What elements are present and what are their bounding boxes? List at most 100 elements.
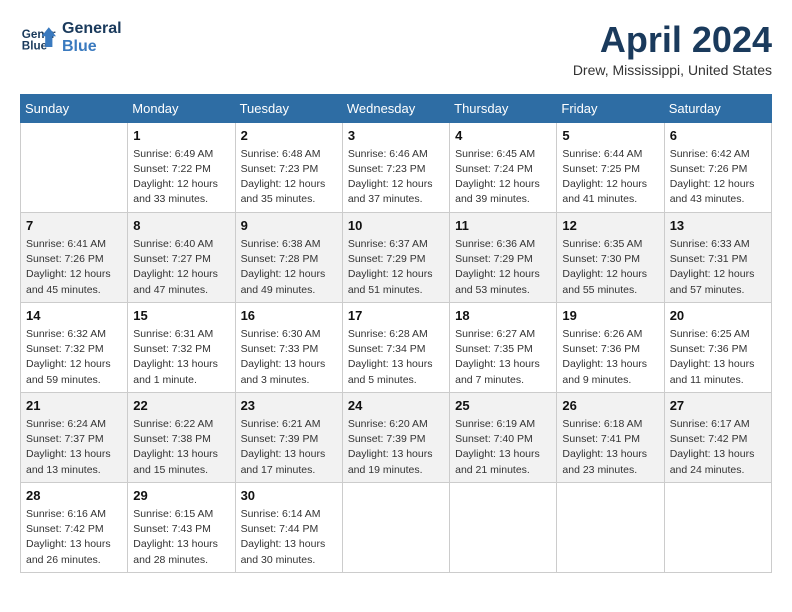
calendar-cell: 27Sunrise: 6:17 AMSunset: 7:42 PMDayligh… <box>664 392 771 482</box>
calendar-cell: 23 Sunrise: 6:21 AMSunset: 7:39 PMDayligh… <box>235 392 342 482</box>
title-block: April 2024 Drew, Mississippi, United Sta… <box>573 20 772 78</box>
calendar-cell: 29 Sunrise: 6:15 AMSunset: 7:43 PMDayligh… <box>128 482 235 572</box>
location: Drew, Mississippi, United States <box>573 62 772 78</box>
day-number: 30 <box>241 487 337 505</box>
day-number: 26 <box>562 397 658 415</box>
day-number: 7 <box>26 217 122 235</box>
calendar-cell: 2Sunrise: 6:48 AMSunset: 7:23 PMDaylight… <box>235 122 342 212</box>
weekday-header-friday: Friday <box>557 94 664 122</box>
weekday-header-saturday: Saturday <box>664 94 771 122</box>
calendar-cell <box>342 482 449 572</box>
day-number: 1 <box>133 127 229 145</box>
day-number: 4 <box>455 127 551 145</box>
day-number: 21 <box>26 397 122 415</box>
calendar-week-3: 14 Sunrise: 6:32 AMSunset: 7:32 PMDayligh… <box>21 302 772 392</box>
calendar-cell: 12 Sunrise: 6:35 AMSunset: 7:30 PMDayligh… <box>557 212 664 302</box>
logo-icon: General Blue <box>20 20 56 56</box>
day-info: Sunrise: 6:40 AMSunset: 7:27 PMDaylight:… <box>133 237 229 298</box>
weekday-header-wednesday: Wednesday <box>342 94 449 122</box>
calendar-cell: 16Sunrise: 6:30 AMSunset: 7:33 PMDayligh… <box>235 302 342 392</box>
calendar-cell: 7 Sunrise: 6:41 AMSunset: 7:26 PMDaylight… <box>21 212 128 302</box>
day-number: 6 <box>670 127 766 145</box>
day-number: 23 <box>241 397 337 415</box>
weekday-header-row: SundayMondayTuesdayWednesdayThursdayFrid… <box>21 94 772 122</box>
calendar-cell: 18 Sunrise: 6:27 AMSunset: 7:35 PMDayligh… <box>450 302 557 392</box>
day-info: Sunrise: 6:44 AMSunset: 7:25 PMDaylight:… <box>562 147 658 208</box>
day-number: 27 <box>670 397 766 415</box>
day-number: 3 <box>348 127 444 145</box>
calendar-cell: 11Sunrise: 6:36 AMSunset: 7:29 PMDayligh… <box>450 212 557 302</box>
day-info: Sunrise: 6:21 AMSunset: 7:39 PMDaylight:… <box>241 417 337 478</box>
day-info: Sunrise: 6:41 AMSunset: 7:26 PMDaylight:… <box>26 237 122 298</box>
calendar-cell: 3 Sunrise: 6:46 AMSunset: 7:23 PMDaylight… <box>342 122 449 212</box>
weekday-header-monday: Monday <box>128 94 235 122</box>
calendar-cell <box>21 122 128 212</box>
day-number: 19 <box>562 307 658 325</box>
day-info: Sunrise: 6:19 AMSunset: 7:40 PMDaylight:… <box>455 417 551 478</box>
calendar-cell: 21 Sunrise: 6:24 AMSunset: 7:37 PMDayligh… <box>21 392 128 482</box>
day-info: Sunrise: 6:30 AMSunset: 7:33 PMDaylight:… <box>241 327 337 388</box>
day-info: Sunrise: 6:42 AMSunset: 7:26 PMDaylight:… <box>670 147 766 208</box>
calendar-cell: 19Sunrise: 6:26 AMSunset: 7:36 PMDayligh… <box>557 302 664 392</box>
calendar-cell: 4 Sunrise: 6:45 AMSunset: 7:24 PMDaylight… <box>450 122 557 212</box>
day-number: 14 <box>26 307 122 325</box>
calendar-cell: 10Sunrise: 6:37 AMSunset: 7:29 PMDayligh… <box>342 212 449 302</box>
day-info: Sunrise: 6:46 AMSunset: 7:23 PMDaylight:… <box>348 147 444 208</box>
day-info: Sunrise: 6:20 AMSunset: 7:39 PMDaylight:… <box>348 417 444 478</box>
calendar-week-2: 7 Sunrise: 6:41 AMSunset: 7:26 PMDaylight… <box>21 212 772 302</box>
day-info: Sunrise: 6:37 AMSunset: 7:29 PMDaylight:… <box>348 237 444 298</box>
calendar-cell: 28Sunrise: 6:16 AMSunset: 7:42 PMDayligh… <box>21 482 128 572</box>
weekday-header-thursday: Thursday <box>450 94 557 122</box>
day-info: Sunrise: 6:14 AMSunset: 7:44 PMDaylight:… <box>241 507 337 568</box>
day-info: Sunrise: 6:35 AMSunset: 7:30 PMDaylight:… <box>562 237 658 298</box>
day-info: Sunrise: 6:27 AMSunset: 7:35 PMDaylight:… <box>455 327 551 388</box>
day-number: 18 <box>455 307 551 325</box>
month-title: April 2024 <box>573 20 772 60</box>
calendar-cell: 14 Sunrise: 6:32 AMSunset: 7:32 PMDayligh… <box>21 302 128 392</box>
calendar-week-5: 28Sunrise: 6:16 AMSunset: 7:42 PMDayligh… <box>21 482 772 572</box>
logo-line2: Blue <box>62 38 122 56</box>
calendar-cell: 1Sunrise: 6:49 AMSunset: 7:22 PMDaylight… <box>128 122 235 212</box>
calendar-cell: 20Sunrise: 6:25 AMSunset: 7:36 PMDayligh… <box>664 302 771 392</box>
day-number: 2 <box>241 127 337 145</box>
day-number: 22 <box>133 397 229 415</box>
calendar-week-4: 21 Sunrise: 6:24 AMSunset: 7:37 PMDayligh… <box>21 392 772 482</box>
calendar-cell: 25Sunrise: 6:19 AMSunset: 7:40 PMDayligh… <box>450 392 557 482</box>
logo-line1: General <box>62 20 122 38</box>
calendar-cell: 6 Sunrise: 6:42 AMSunset: 7:26 PMDaylight… <box>664 122 771 212</box>
day-info: Sunrise: 6:33 AMSunset: 7:31 PMDaylight:… <box>670 237 766 298</box>
calendar-cell: 30 Sunrise: 6:14 AMSunset: 7:44 PMDayligh… <box>235 482 342 572</box>
weekday-header-tuesday: Tuesday <box>235 94 342 122</box>
day-info: Sunrise: 6:24 AMSunset: 7:37 PMDaylight:… <box>26 417 122 478</box>
weekday-header-sunday: Sunday <box>21 94 128 122</box>
day-number: 8 <box>133 217 229 235</box>
calendar-cell <box>664 482 771 572</box>
day-info: Sunrise: 6:22 AMSunset: 7:38 PMDaylight:… <box>133 417 229 478</box>
calendar-body: 1Sunrise: 6:49 AMSunset: 7:22 PMDaylight… <box>21 122 772 572</box>
day-number: 29 <box>133 487 229 505</box>
calendar-cell: 17Sunrise: 6:28 AMSunset: 7:34 PMDayligh… <box>342 302 449 392</box>
day-number: 5 <box>562 127 658 145</box>
calendar-cell <box>450 482 557 572</box>
calendar-cell: 9Sunrise: 6:38 AMSunset: 7:28 PMDaylight… <box>235 212 342 302</box>
calendar-cell: 5 Sunrise: 6:44 AMSunset: 7:25 PMDaylight… <box>557 122 664 212</box>
calendar-cell: 22 Sunrise: 6:22 AMSunset: 7:38 PMDayligh… <box>128 392 235 482</box>
day-info: Sunrise: 6:45 AMSunset: 7:24 PMDaylight:… <box>455 147 551 208</box>
day-info: Sunrise: 6:36 AMSunset: 7:29 PMDaylight:… <box>455 237 551 298</box>
calendar-table: SundayMondayTuesdayWednesdayThursdayFrid… <box>20 94 772 573</box>
day-info: Sunrise: 6:28 AMSunset: 7:34 PMDaylight:… <box>348 327 444 388</box>
day-info: Sunrise: 6:18 AMSunset: 7:41 PMDaylight:… <box>562 417 658 478</box>
day-number: 13 <box>670 217 766 235</box>
calendar-cell: 8 Sunrise: 6:40 AMSunset: 7:27 PMDaylight… <box>128 212 235 302</box>
day-info: Sunrise: 6:32 AMSunset: 7:32 PMDaylight:… <box>26 327 122 388</box>
day-number: 9 <box>241 217 337 235</box>
calendar-cell <box>557 482 664 572</box>
logo: General Blue General Blue <box>20 20 122 56</box>
day-number: 24 <box>348 397 444 415</box>
calendar-cell: 24 Sunrise: 6:20 AMSunset: 7:39 PMDayligh… <box>342 392 449 482</box>
day-number: 12 <box>562 217 658 235</box>
calendar-week-1: 1Sunrise: 6:49 AMSunset: 7:22 PMDaylight… <box>21 122 772 212</box>
day-info: Sunrise: 6:15 AMSunset: 7:43 PMDaylight:… <box>133 507 229 568</box>
calendar-cell: 13 Sunrise: 6:33 AMSunset: 7:31 PMDayligh… <box>664 212 771 302</box>
day-info: Sunrise: 6:25 AMSunset: 7:36 PMDaylight:… <box>670 327 766 388</box>
